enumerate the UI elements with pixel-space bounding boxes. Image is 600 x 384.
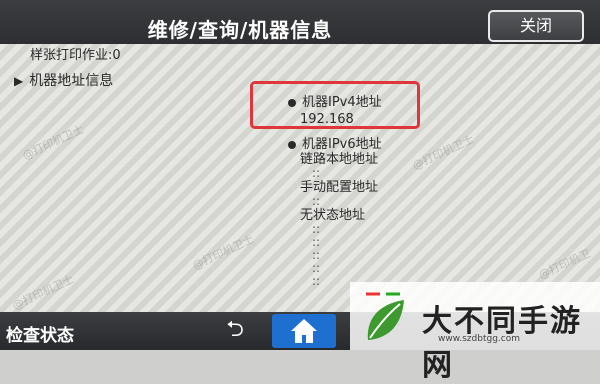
ipv6-label-row: 机器IPv6地址 [288, 137, 382, 153]
machine-address-section[interactable]: ▶ 机器地址信息 [14, 70, 113, 90]
expand-arrow-icon: ▶ [14, 74, 24, 88]
back-arrow-icon[interactable]: ⮌ [210, 314, 260, 348]
watermark-text: @打印机卫士 [20, 122, 86, 163]
page-title: 维修/查询/机器信息 [147, 18, 333, 42]
section-label: 机器地址信息 [29, 73, 114, 89]
stateless-value-5: :: [312, 274, 321, 288]
watermark-text: @打印机卫士 [10, 272, 76, 313]
bullet-icon [288, 98, 296, 107]
stateless-value-3: :: [312, 248, 321, 262]
site-url: www.szdbtgg.com [438, 334, 520, 344]
stateless-label: 无状态地址 [300, 208, 366, 223]
watermark-text: @打印机卫士 [190, 232, 256, 273]
machine-info-panel: @打印机卫士 @打印机卫士 @打印机卫士 @打印机卫士 @打印机卫士 样张打印作… [0, 44, 600, 312]
manual-config-value: :: [312, 194, 321, 208]
home-icon [291, 319, 317, 343]
close-button[interactable]: 关闭 [488, 10, 584, 42]
ipv6-label: 机器IPv6地址 [302, 137, 382, 152]
sample-print-job-row: 样张打印作业:0 [30, 48, 121, 63]
home-button[interactable] [272, 314, 336, 348]
stateless-value-2: :: [312, 235, 321, 249]
ipv4-value: 192.168 [300, 112, 354, 127]
leaf-logo-icon [366, 292, 404, 340]
link-local-value: :: [312, 166, 321, 180]
ipv4-label-row: 机器IPv4地址 [288, 95, 382, 111]
site-logo-watermark: 大不同手游网 www.szdbtgg.com [350, 282, 600, 383]
ipv4-label: 机器IPv4地址 [302, 95, 382, 110]
watermark-text: @打印机卫士 [410, 132, 476, 173]
stateless-value-1: :: [312, 222, 321, 236]
stateless-value-4: :: [312, 261, 321, 275]
check-status-button[interactable]: 检查状态 [6, 321, 74, 346]
bullet-icon [288, 140, 296, 149]
